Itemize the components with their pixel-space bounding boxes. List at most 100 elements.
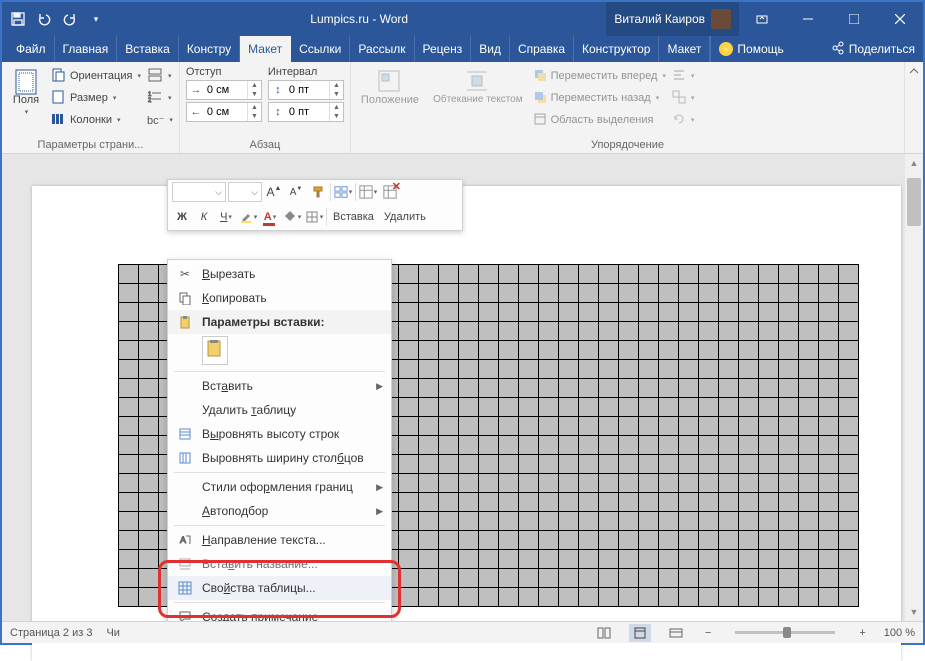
align-button[interactable]: ▾ [672,66,695,86]
menu-text-direction[interactable]: AНаправление текста... [168,528,391,552]
group-paragraph: Отступ →▲▼ ←▲▼ Интервал ↕▲▼ ↕▲▼ Абзац [180,62,351,153]
position-button[interactable]: Положение [357,66,423,108]
tab-table-layout[interactable]: Макет [659,36,710,62]
help-label[interactable]: Помощь [737,42,783,56]
size-button[interactable]: Размер▾ [50,88,141,108]
bring-forward-button[interactable]: Переместить вперед▾ [533,66,666,86]
highlight-icon[interactable]: ▾ [238,207,258,227]
orientation-button[interactable]: Ориентация▾ [50,66,141,86]
menu-insert[interactable]: Вставить▶ [168,374,391,398]
menu-distribute-rows[interactable]: Выровнять высоту строк [168,422,391,446]
mini-delete-button[interactable]: Удалить [380,207,430,227]
styles-gallery-icon[interactable]: ▾ [333,182,353,202]
font-size-select[interactable]: ⌵ [228,182,262,202]
view-read-icon[interactable] [593,624,615,642]
indent-left[interactable]: →▲▼ [186,80,262,100]
tab-layout[interactable]: Макет [240,36,291,62]
underline-icon[interactable]: Ч▾ [216,207,236,227]
margins-button[interactable]: Поля▾ [8,66,44,118]
shading-icon[interactable]: ▾ [282,207,302,227]
collapse-ribbon-icon[interactable] [905,62,923,153]
status-page[interactable]: Страница 2 из 3 [10,627,92,639]
scroll-thumb[interactable] [907,178,921,226]
group-icon [672,90,686,107]
zoom-out-icon[interactable]: − [701,627,715,639]
spacing-before[interactable]: ↕▲▼ [268,80,344,100]
mini-insert-button[interactable]: Вставка [329,207,378,227]
zoom-slider[interactable] [735,631,835,634]
send-backward-button[interactable]: Переместить назад▾ [533,88,666,108]
user-name: Виталий Каиров [614,12,705,26]
group-button[interactable]: ▾ [672,88,695,108]
wrap-text-button[interactable]: Обтекание текстом [429,66,527,107]
indent-right[interactable]: ←▲▼ [186,102,262,122]
font-family-select[interactable]: ⌵ [172,182,226,202]
avatar [711,9,731,29]
save-icon[interactable] [10,11,26,27]
menu-autofit[interactable]: Автоподбор▶ [168,499,391,523]
spacing-after[interactable]: ↕▲▼ [268,102,344,122]
tab-references[interactable]: Ссылки [291,36,350,62]
shrink-font-icon[interactable]: A▼ [286,182,306,202]
tab-home[interactable]: Главная [55,36,118,62]
ribbon-display-icon[interactable] [739,2,785,36]
zoom-value[interactable]: 100 % [884,627,915,639]
undo-icon[interactable] [36,11,52,27]
spacing-after-icon: ↕ [269,106,287,118]
line-numbers-button[interactable]: 12▾ [147,88,173,108]
tab-mailings[interactable]: Рассылк [350,36,414,62]
italic-icon[interactable]: К [194,207,214,227]
menu-border-styles[interactable]: Стили оформления границ▶ [168,475,391,499]
menu-distribute-columns[interactable]: Выровнять ширину столбцов [168,446,391,470]
qat-more-icon[interactable]: ▾ [88,11,104,27]
minimize-icon[interactable] [785,2,831,36]
scroll-up-icon[interactable]: ▲ [905,154,923,172]
vertical-scrollbar[interactable]: ▲ ▼ [905,154,923,621]
cut-icon: ✂ [176,267,194,281]
borders-icon[interactable]: ▾ [304,207,324,227]
tab-help[interactable]: Справка [510,36,574,62]
hyphenation-button[interactable]: bc⁻▾ [147,110,173,130]
redo-icon[interactable] [62,11,78,27]
tab-view[interactable]: Вид [471,36,510,62]
menu-delete-table[interactable]: Удалить таблицу [168,398,391,422]
paste-option-nest-table[interactable] [202,336,228,365]
menu-table-properties[interactable]: Свойства таблицы... [168,576,391,600]
close-icon[interactable] [877,2,923,36]
grow-font-icon[interactable]: A▲ [264,182,284,202]
page-setup-caption: Параметры страни... [8,137,173,151]
text-direction-icon: A [176,533,194,547]
bold-icon[interactable]: Ж [172,207,192,227]
font-color-icon[interactable]: A▾ [260,207,280,227]
tab-insert[interactable]: Вставка [117,36,179,62]
view-print-icon[interactable] [629,624,651,642]
user-account[interactable]: Виталий Каиров [606,2,739,36]
scroll-down-icon[interactable]: ▼ [905,603,923,621]
view-web-icon[interactable] [665,624,687,642]
breaks-button[interactable]: ▾ [147,66,173,86]
menu-copy[interactable]: Копировать [168,286,391,310]
delete-gallery-icon[interactable]: ✕ [380,182,400,202]
spacing-label: Интервал [268,66,344,78]
insert-gallery-icon[interactable]: ▾ [358,182,378,202]
selection-pane-button[interactable]: Область выделения [533,110,666,130]
tab-design[interactable]: Констру [179,36,240,62]
columns-button[interactable]: Колонки▾ [50,110,141,130]
send-backward-icon [533,90,547,107]
rotate-button[interactable]: ▾ [672,110,695,130]
status-words[interactable]: Чи [106,627,119,639]
zoom-in-icon[interactable]: + [855,627,869,639]
indent-right-icon: ← [187,106,205,118]
size-icon [50,89,66,108]
title-bar: ▾ Lumpics.ru - Word Виталий Каиров [2,2,923,36]
help-bulb-icon[interactable] [719,42,733,56]
menu-insert-caption[interactable]: Вставить название... [168,552,391,576]
tab-table-design[interactable]: Конструктор [574,36,659,62]
menu-cut[interactable]: ✂Вырезать [168,262,391,286]
line-numbers-icon: 12 [147,89,163,108]
tab-review[interactable]: Реценз [415,36,472,62]
tab-file[interactable]: Файл [8,36,55,62]
share-button[interactable]: Поделиться [823,36,923,62]
format-painter-icon[interactable] [308,182,328,202]
maximize-icon[interactable] [831,2,877,36]
